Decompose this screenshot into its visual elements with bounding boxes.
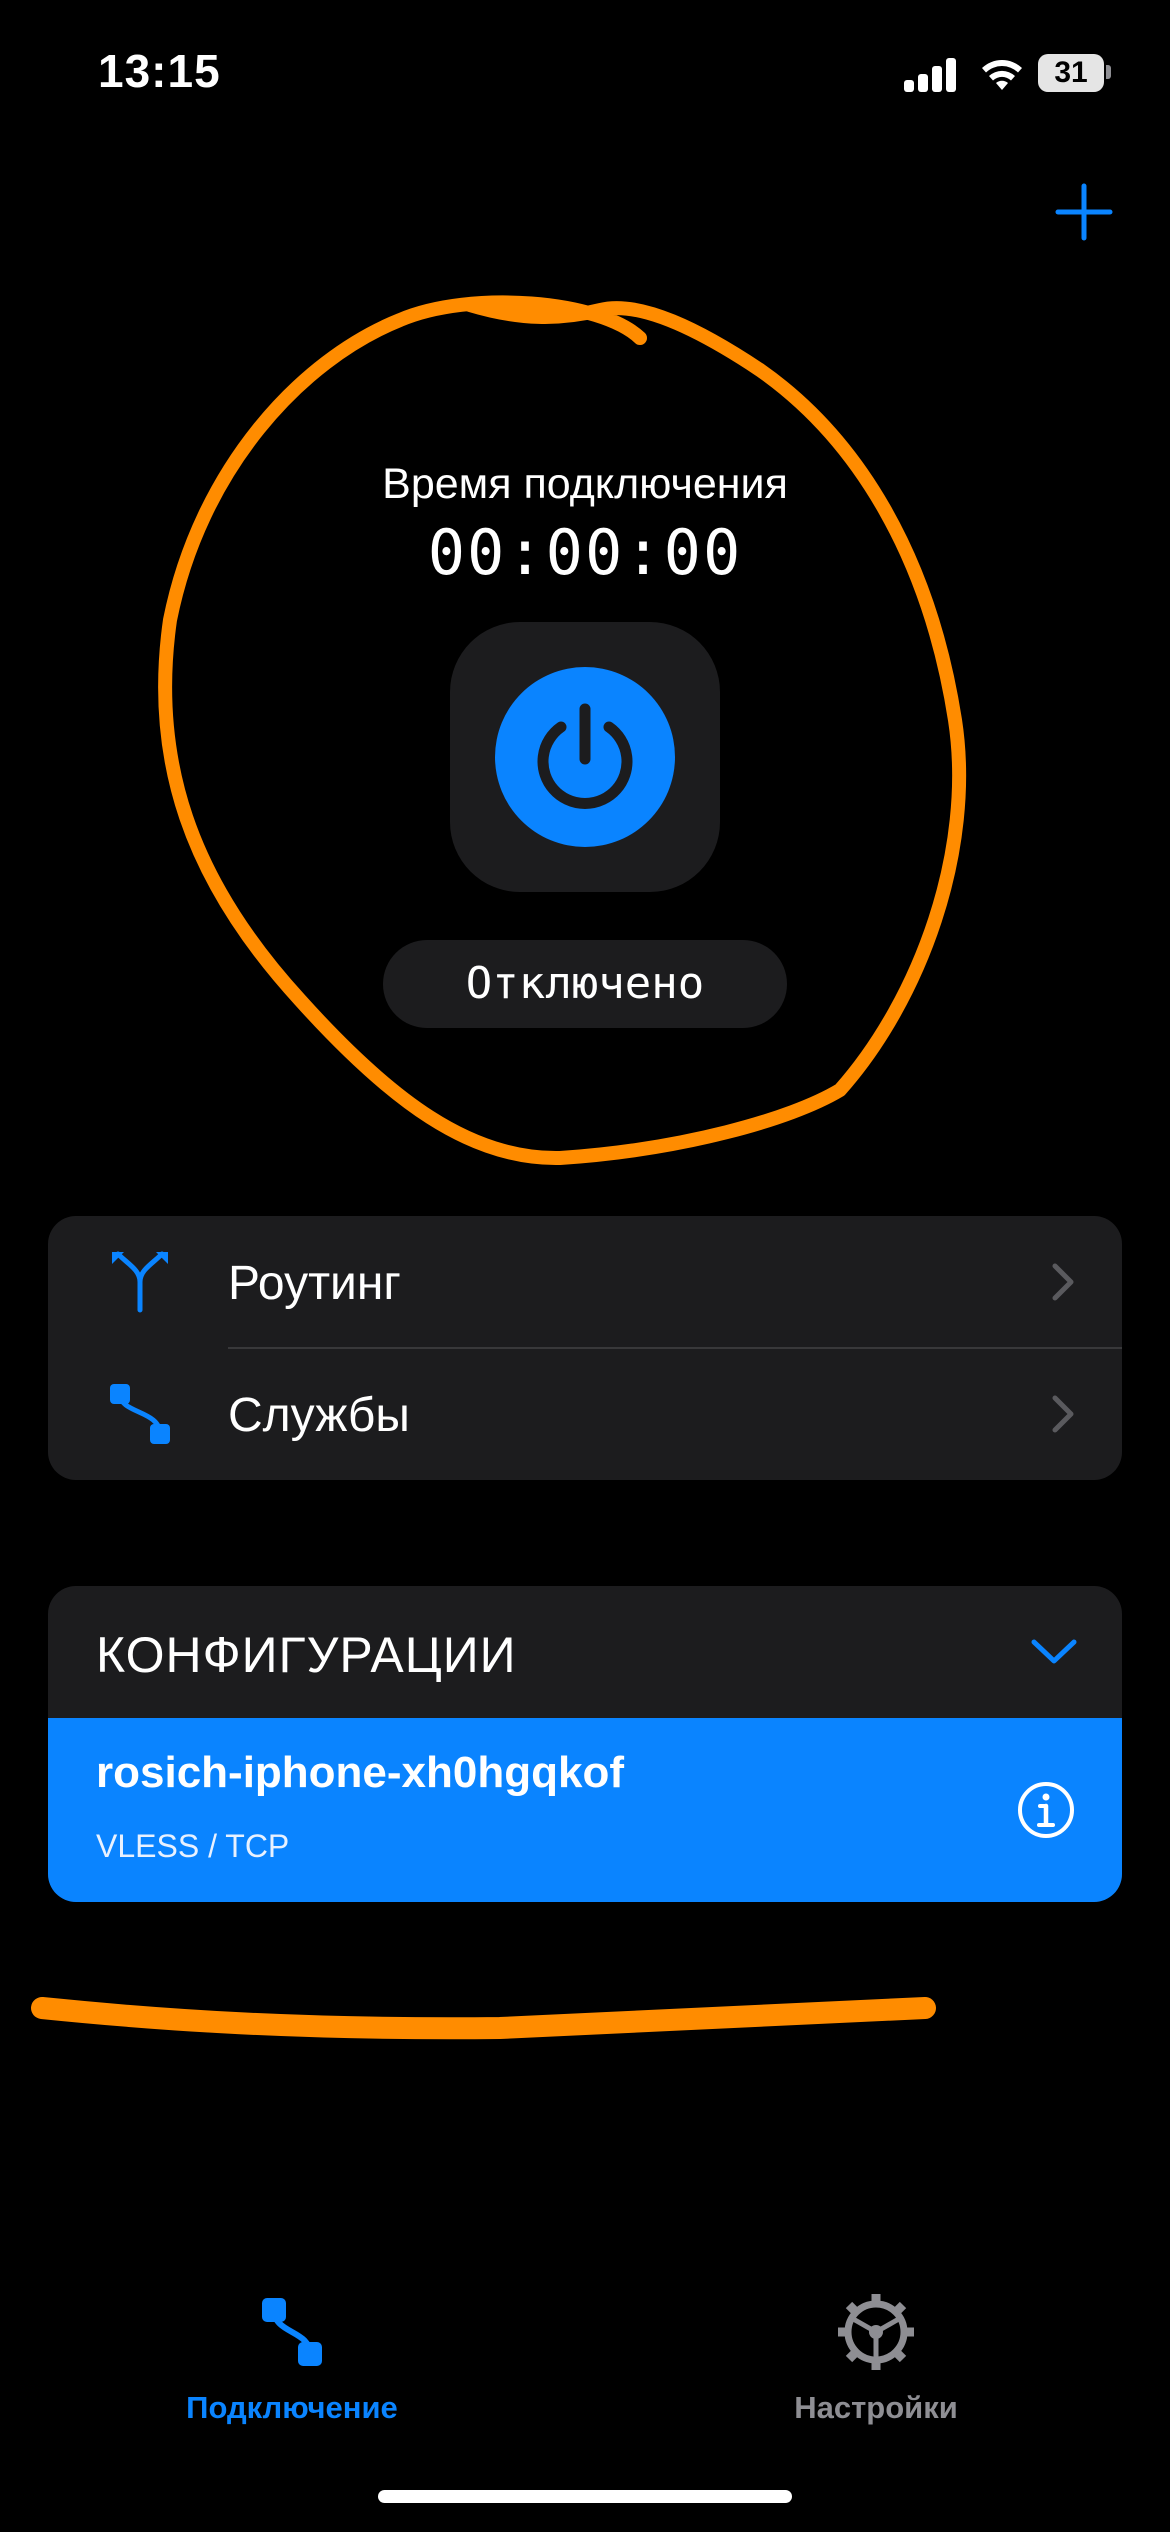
status-icons: 31 [900, 52, 1115, 96]
info-icon[interactable] [1016, 1780, 1076, 1840]
tab-settings[interactable]: Настройки [696, 2290, 1056, 2440]
power-circle [495, 667, 675, 847]
power-button[interactable] [450, 622, 720, 892]
configurations-card: КОНФИГУРАЦИИ rosich-iphone-xh0hgqkof VLE… [48, 1586, 1122, 1902]
configuration-item[interactable]: rosich-iphone-xh0hgqkof VLESS / TCP [48, 1718, 1122, 1902]
connection-time-title: Время подключения [382, 460, 788, 508]
tab-label: Подключение [186, 2390, 398, 2425]
configuration-protocol: VLESS / TCP [96, 1828, 290, 1864]
menu-item-label: Службы [228, 1389, 410, 1442]
connection-timer: 00:00:00 [427, 516, 743, 589]
tab-connection[interactable]: Подключение [112, 2290, 472, 2440]
status-time: 13:15 [98, 45, 221, 97]
chevron-down-icon [1031, 1639, 1077, 1664]
menu-item-routing[interactable]: Роутинг [48, 1216, 1122, 1348]
battery-indicator: 31 [1038, 54, 1104, 92]
wifi-icon [982, 60, 1022, 90]
configurations-header[interactable]: КОНФИГУРАЦИИ [48, 1586, 1122, 1718]
configurations-title: КОНФИГУРАЦИИ [96, 1627, 517, 1683]
connection-status-badge: Отключено [383, 940, 787, 1028]
connection-path-icon [262, 2298, 322, 2366]
menu-item-label: Роутинг [228, 1257, 401, 1310]
annotation-underline [31, 1997, 936, 2040]
routing-fork-icon [112, 1251, 168, 1313]
plus-icon[interactable] [1052, 180, 1116, 244]
menu-card: Роутинг Службы [48, 1216, 1122, 1480]
chevron-right-icon [1052, 1263, 1074, 1301]
battery-tip [1106, 65, 1111, 79]
gear-icon [838, 2294, 914, 2370]
services-path-icon [110, 1384, 170, 1444]
app-screen: 13:15 31 Время подключения 00:00:00 Откл… [0, 0, 1170, 2532]
home-indicator[interactable] [378, 2490, 792, 2503]
power-icon [537, 703, 633, 809]
menu-item-services[interactable]: Службы [48, 1348, 1122, 1480]
chevron-right-icon [1052, 1395, 1074, 1433]
configuration-name: rosich-iphone-xh0hgqkof [96, 1748, 624, 1797]
tab-label: Настройки [794, 2390, 958, 2425]
